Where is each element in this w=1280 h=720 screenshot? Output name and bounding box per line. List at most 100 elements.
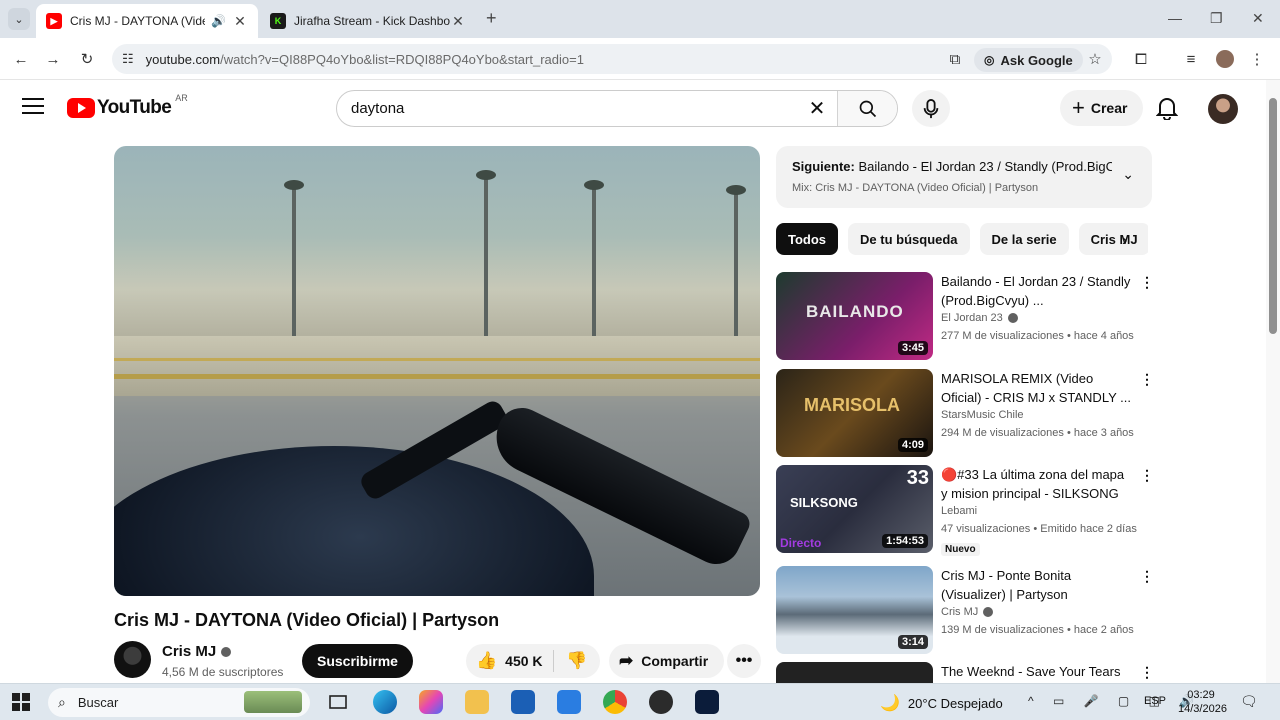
windows-start-icon[interactable] (12, 693, 30, 711)
more-vert-icon[interactable]: ⋮ (1140, 568, 1154, 585)
notification-center-icon[interactable]: 🗨 (1240, 693, 1258, 710)
scrollbar-thumb[interactable] (1269, 98, 1277, 334)
install-app-icon[interactable]: ⧉ (944, 48, 966, 70)
extensions-icon[interactable]: ⧠ (1130, 48, 1152, 70)
more-actions-button[interactable]: ••• (727, 644, 761, 678)
system-clock[interactable]: 03:29 14/3/2026 (1178, 688, 1227, 716)
bookmark-star-icon[interactable]: ☆ (1084, 48, 1106, 70)
copilot-icon[interactable] (419, 690, 443, 714)
channel-avatar[interactable] (114, 641, 151, 678)
video-thumbnail[interactable]: SILKSONG 33 Directo 1:54:53 (776, 465, 933, 553)
video-title[interactable]: MARISOLA REMIX (Video Oficial) - CRIS MJ… (941, 369, 1131, 407)
browser-toolbar: ← → ↻ ☷ youtube.com/watch?v=QI88PQ4oYbo&… (0, 38, 1280, 80)
voice-search-button[interactable] (912, 90, 950, 127)
minimize-icon[interactable]: — (1168, 10, 1182, 26)
list-item[interactable]: BAILANDO 3:45 Bailando - El Jordan 23 / … (776, 272, 1154, 362)
youtube-favicon-icon: ▶ (46, 13, 62, 29)
channel-name-text: Cris MJ (941, 606, 979, 618)
duration-badge: 1:54:53 (882, 534, 928, 548)
close-tab-icon[interactable]: ✕ (450, 13, 466, 30)
channel-name[interactable]: Lebami (941, 505, 977, 517)
list-item[interactable]: The Weeknd - Save Your Tears ⋮ (776, 662, 1152, 683)
share-button[interactable]: ➦ Compartir (609, 644, 725, 678)
video-title[interactable]: The Weeknd - Save Your Tears (941, 662, 1131, 681)
steam-icon[interactable] (695, 690, 719, 714)
menu-hamburger-icon[interactable] (22, 98, 44, 116)
system-tray-icons[interactable]: ^ ▭ 🎤 ▢ ◫ 🔊 (1028, 694, 1202, 708)
chevron-down-icon[interactable]: ⌄ (1122, 166, 1134, 183)
site-info-icon[interactable]: ☷ (122, 51, 134, 67)
tab-youtube[interactable]: ▶ Cris MJ - DAYTONA (Video Oficial) | Pa… (36, 4, 258, 38)
list-item[interactable]: MARISOLA 4:09 MARISOLA REMIX (Video Ofic… (776, 369, 1154, 459)
more-vert-icon[interactable]: ⋮ (1140, 371, 1154, 388)
youtube-play-icon (67, 98, 95, 118)
file-explorer-icon[interactable] (465, 690, 489, 714)
channel-name[interactable]: Cris MJ (162, 643, 232, 660)
share-arrow-icon: ➦ (619, 651, 634, 670)
tab-kick[interactable]: K Jirafha Stream - Kick Dashboard ✕ (260, 4, 476, 38)
video-title[interactable]: 🔴#33 La última zona del mapa y mision pr… (941, 465, 1131, 503)
chip-cris-mj[interactable]: Cris MJ (1078, 223, 1148, 255)
more-horizontal-icon: ••• (735, 652, 753, 669)
edge-browser-icon[interactable] (373, 690, 397, 714)
media-control-icon[interactable]: ≡ (1180, 48, 1202, 70)
like-button[interactable]: 👍 450 K (466, 650, 554, 672)
video-thumbnail[interactable]: BAILANDO 3:45 (776, 272, 933, 360)
input-language[interactable]: ESP (1144, 695, 1166, 707)
profile-avatar-icon[interactable] (1214, 48, 1236, 70)
search-input[interactable] (337, 91, 797, 126)
channel-name[interactable]: StarsMusic Chile (941, 409, 1024, 421)
video-player[interactable] (114, 146, 760, 596)
video-thumbnail[interactable] (776, 662, 933, 683)
page-scrollbar[interactable] (1266, 80, 1280, 683)
chip-de-tu-busqueda[interactable]: De tu búsqueda (848, 223, 970, 255)
back-icon[interactable]: ← (10, 48, 32, 70)
close-tab-icon[interactable]: ✕ (232, 13, 248, 30)
maximize-icon[interactable]: ❐ (1210, 10, 1223, 27)
task-view-icon[interactable] (326, 690, 350, 714)
obs-studio-icon[interactable] (649, 690, 673, 714)
chip-todos[interactable]: Todos (776, 223, 839, 255)
video-title[interactable]: Cris MJ - Ponte Bonita (Visualizer) | Pa… (941, 566, 1131, 604)
outlook-icon[interactable] (557, 690, 581, 714)
create-button[interactable]: + Crear (1060, 90, 1144, 126)
window-close-icon[interactable]: ✕ (1252, 10, 1264, 27)
clear-search-icon[interactable]: ✕ (797, 91, 837, 126)
more-vert-icon[interactable]: ⋮ (1140, 664, 1152, 681)
taskbar-search[interactable]: ⌕ Buscar (48, 688, 310, 717)
chrome-menu-icon[interactable]: ⋮ (1246, 48, 1268, 70)
audio-playing-icon[interactable]: 🔊 (211, 14, 226, 28)
channel-name[interactable]: El Jordan 23 (941, 312, 1018, 324)
weather-widget[interactable]: 🌙 20°C Despejado (880, 693, 1003, 713)
microsoft-store-icon[interactable] (511, 690, 535, 714)
video-thumbnail[interactable]: MARISOLA 4:09 (776, 369, 933, 457)
list-item[interactable]: 3:14 Cris MJ - Ponte Bonita (Visualizer)… (776, 566, 1154, 656)
new-tab-icon[interactable]: + (486, 8, 497, 29)
video-title[interactable]: Bailando - El Jordan 23 / Standly (Prod.… (941, 272, 1131, 310)
tab-search-menu-icon[interactable]: ⌄ (8, 8, 30, 30)
scene-rail (114, 374, 760, 379)
chevron-right-icon[interactable]: › (1122, 232, 1127, 250)
more-vert-icon[interactable]: ⋮ (1140, 274, 1154, 291)
chip-de-la-serie[interactable]: De la serie (979, 223, 1069, 255)
windows-taskbar: ⌕ Buscar 🌙 20°C Despejado ^ ▭ 🎤 ▢ ◫ 🔊 ESP … (0, 683, 1280, 720)
like-count: 450 K (505, 653, 543, 669)
ask-google-button[interactable]: ◎ Ask Google (974, 48, 1083, 72)
channel-name[interactable]: Cris MJ (941, 606, 994, 618)
more-vert-icon[interactable]: ⋮ (1140, 467, 1154, 484)
youtube-logo[interactable]: YouTube AR (67, 93, 188, 119)
list-item[interactable]: SILKSONG 33 Directo 1:54:53 🔴#33 La últi… (776, 465, 1154, 556)
video-title: Cris MJ - DAYTONA (Video Oficial) | Part… (114, 610, 500, 630)
search-highlight-image (244, 691, 302, 713)
chrome-icon[interactable] (603, 690, 627, 714)
account-avatar[interactable] (1208, 94, 1238, 124)
dislike-button[interactable]: 👎 (554, 651, 600, 671)
subscribe-button[interactable]: Suscribirme (302, 644, 413, 678)
duration-badge: 4:09 (897, 438, 928, 452)
forward-icon[interactable]: → (42, 48, 64, 70)
reload-icon[interactable]: ↻ (76, 48, 98, 70)
video-thumbnail[interactable]: 3:14 (776, 566, 933, 654)
up-next-panel[interactable]: Siguiente: Bailando - El Jordan 23 / Sta… (776, 146, 1152, 208)
search-button[interactable] (837, 91, 897, 126)
notifications-bell-icon[interactable] (1155, 96, 1179, 125)
